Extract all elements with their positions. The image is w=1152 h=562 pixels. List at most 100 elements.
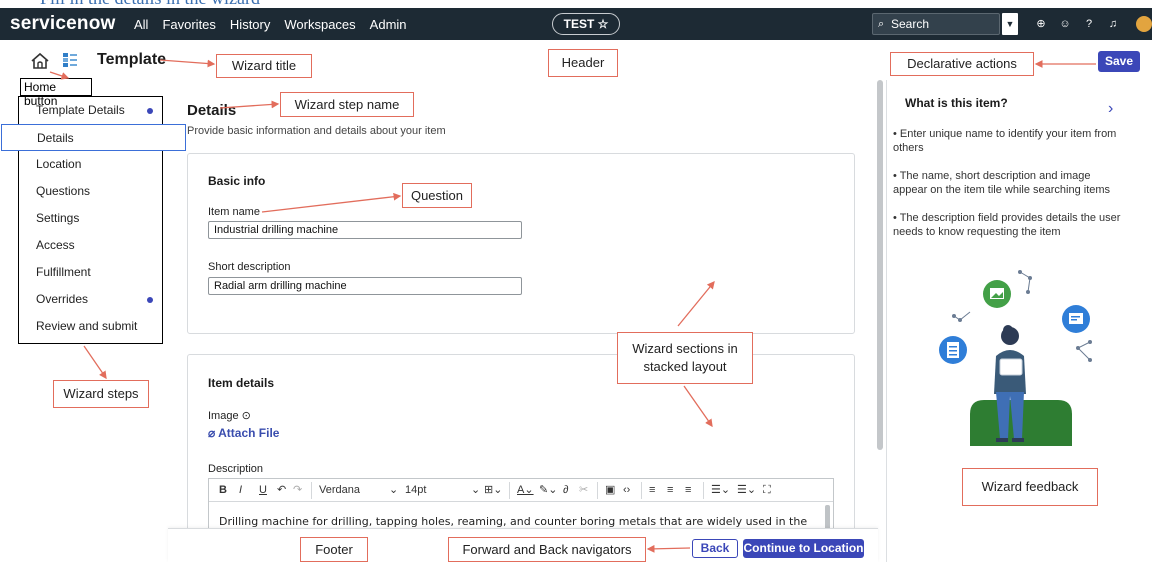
annotation-question: Question [402,183,472,208]
search-scope-dropdown[interactable]: ▼ [1002,13,1018,35]
main-scrollbar[interactable] [877,80,883,450]
annotation-footer: Footer [300,537,368,562]
align-center-icon[interactable]: ≡ [667,483,673,498]
toolbar-divider [509,482,510,499]
table-icon[interactable]: ⊞⌄ [484,483,502,498]
text-color-icon[interactable]: A⌄ [517,483,534,498]
wizard-steps: Template Details Details Location Questi… [1,96,186,344]
image-label: Image ⊙ [208,410,251,422]
search-icon: ⌕ [878,18,885,30]
avatar[interactable] [1136,16,1152,32]
fullscreen-icon[interactable]: ⛶ [763,483,771,498]
short-description-label: Short description [208,261,291,273]
nav-history[interactable]: History [230,17,270,32]
italic-icon[interactable]: I [239,483,242,498]
toolbar-divider [597,482,598,499]
code-icon[interactable]: ‹› [623,483,630,498]
step-label: Review and submit [36,319,138,333]
step-details[interactable]: Details [1,124,186,151]
step-label: Questions [36,184,91,198]
feedback-item: • Enter unique name to identify your ite… [893,128,1117,154]
annotation-wizard-title: Wizard title [216,54,312,78]
align-right-icon[interactable]: ≡ [685,483,691,498]
align-left-icon[interactable]: ≡ [649,483,655,498]
nav-admin[interactable]: Admin [370,17,407,32]
top-nav: All Favorites History Workspaces Admin [134,17,421,32]
step-questions[interactable]: Questions [19,178,162,205]
annotation-navigators: Forward and Back navigators [448,537,646,562]
step-location[interactable]: Location [19,151,162,178]
page: Fill in the details in the wizard servic… [0,0,1152,562]
underline-icon[interactable]: U [259,483,267,498]
item-name-label: Item name [208,206,260,218]
chevron-right-icon[interactable]: › [1108,100,1113,118]
basic-info-section: Basic info Item name Industrial drilling… [187,153,855,334]
bold-icon[interactable]: B [219,483,227,498]
instance-badge[interactable]: TEST ☆ [552,13,620,35]
help-icon[interactable]: ? [1082,17,1096,31]
bell-icon[interactable]: ♫ [1106,17,1120,31]
step-label: Details [37,131,74,145]
step-label: Settings [36,211,80,225]
link-icon[interactable]: ∂ [563,483,568,498]
globe-icon[interactable]: ⊕ [1034,17,1048,31]
toolbar-divider [311,482,312,499]
wizard-step-name: Details [187,102,237,119]
save-button[interactable]: Save [1098,51,1140,72]
redo-icon[interactable]: ↷ [293,483,302,498]
continue-button[interactable]: Continue to Location [743,539,864,558]
description-text[interactable]: Drilling machine for drilling, tapping h… [219,515,807,528]
step-settings[interactable]: Settings [19,205,162,232]
back-button[interactable]: Back [692,539,738,558]
feedback-title: What is this item? [905,96,1008,110]
nav-favorites[interactable]: Favorites [162,17,215,32]
annotation-declarative-actions: Declarative actions [890,52,1034,76]
nav-all[interactable]: All [134,17,148,32]
home-icon[interactable] [30,52,50,70]
item-name-field[interactable]: Industrial drilling machine [208,221,522,239]
font-size-select[interactable]: 14pt [405,483,426,498]
annotation-header: Header [548,49,618,77]
bullet-list-icon[interactable]: ☰⌄ [711,483,730,498]
step-label: Fulfillment [36,265,91,279]
step-access[interactable]: Access [19,232,162,259]
annotation-wizard-steps: Wizard steps [53,380,149,408]
annotation-wizard-step-name: Wizard step name [280,92,414,117]
app-header: servicenow All Favorites History Workspa… [0,8,1152,40]
toolbar-divider [641,482,642,499]
numbered-list-icon[interactable]: ☰⌄ [737,483,756,498]
image-icon[interactable]: ▣ [605,483,615,498]
step-status-dot [147,297,153,303]
font-family-select[interactable]: Verdana [319,483,360,498]
search-input[interactable]: ⌕ Search [872,13,1000,35]
step-label: Access [36,238,75,252]
panel-divider [886,80,887,562]
step-label: Location [36,157,82,171]
attach-file-link[interactable]: ⌀ Attach File [208,426,279,440]
servicenow-logo[interactable]: servicenow [10,13,116,35]
feedback-item: • The description field provides details… [893,212,1121,238]
step-review-and-submit[interactable]: Review and submit [19,313,162,340]
annotation-home-button: Home button [20,78,92,108]
chevron-down-icon[interactable]: ⌄ [471,483,480,498]
chat-icon[interactable]: ☺ [1058,17,1072,31]
search-placeholder: Search [891,17,930,31]
top-heading: Fill in the details in the wizard [40,0,260,8]
editor-toolbar: B I U ↶ ↷ Verdana ⌄ 14pt ⌄ ⊞⌄ A⌄ ✎⌄ ∂ ✂ … [209,479,833,502]
feedback-illustration [939,270,1092,446]
step-label: Overrides [36,292,89,306]
section-heading: Basic info [208,174,266,188]
undo-icon[interactable]: ↶ [277,483,286,498]
cropped-heading: Fill in the details in the wizard [0,0,1152,8]
unlink-icon[interactable]: ✂ [579,483,588,498]
step-overrides[interactable]: Overrides [19,286,162,313]
wizard-title: Template [97,51,167,68]
highlight-icon[interactable]: ✎⌄ [539,483,557,498]
nav-workspaces[interactable]: Workspaces [284,17,355,32]
step-fulfillment[interactable]: Fulfillment [19,259,162,286]
step-status-dot [147,108,153,114]
short-description-field[interactable]: Radial arm drilling machine [208,277,522,295]
chevron-down-icon[interactable]: ⌄ [389,483,398,498]
template-icon [63,53,77,67]
toolbar-divider [703,482,704,499]
